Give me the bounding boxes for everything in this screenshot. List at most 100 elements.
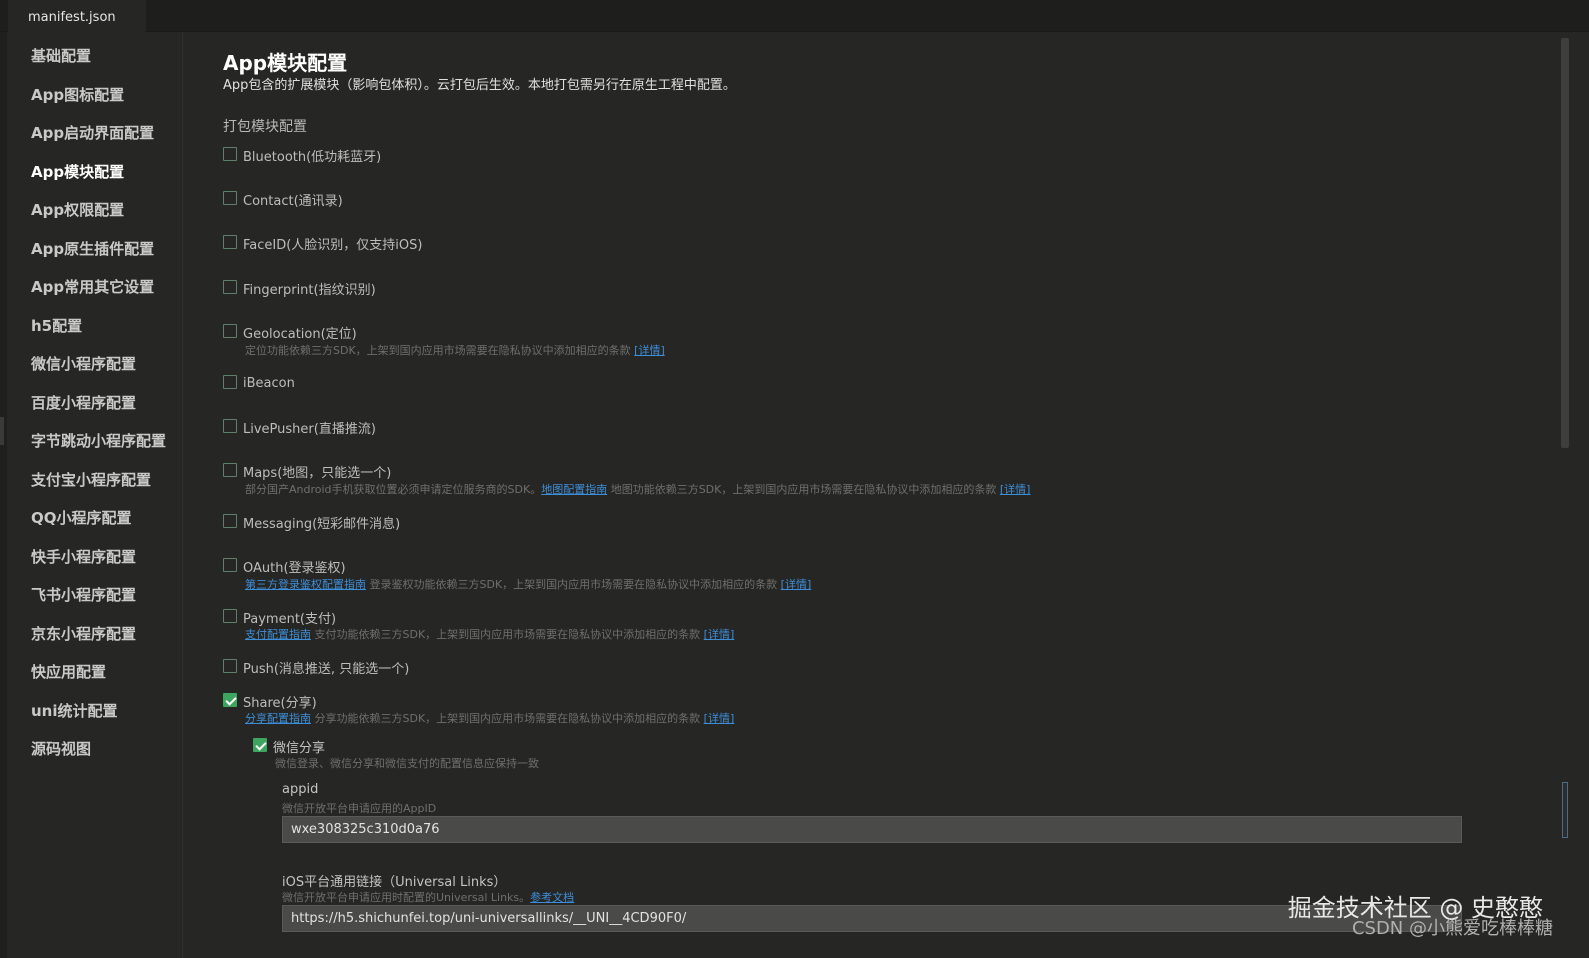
desc-text: 部分国产Android手机获取位置必须申请定位服务商的SDK。 (245, 483, 542, 496)
watermark-text-secondary: CSDN @小熊爱吃棒棒糖 (1351, 918, 1553, 939)
checkbox[interactable] (223, 514, 237, 528)
section-title: 打包模块配置 (223, 119, 307, 135)
sidebar-item-app-icon[interactable]: App图标配置 (31, 84, 124, 105)
checkbox[interactable] (223, 191, 237, 205)
maps-guide-link[interactable]: 地图配置指南 (541, 483, 607, 496)
module-maps[interactable]: Maps(地图，只能选一个) (223, 461, 391, 481)
sidebar-item-app-native-plugins[interactable]: App原生插件配置 (31, 238, 154, 259)
sidebar-item-uni-stat[interactable]: uni统计配置 (31, 700, 118, 721)
module-payment[interactable]: Payment(支付) (223, 607, 336, 627)
module-label: Messaging(短彩邮件消息) (243, 517, 401, 532)
universal-links-hint: 微信开放平台申请应用时配置的Universal Links。参考文档 (282, 889, 574, 905)
checkbox[interactable] (223, 659, 237, 673)
sidebar-item-app-modules[interactable]: App模块配置 (31, 161, 124, 182)
main-panel: App模块配置 App包含的扩展模块（影响包体积）。云打包后生效。本地打包需另行… (184, 32, 1560, 958)
module-label: Geolocation(定位) (243, 327, 357, 342)
detail-link[interactable]: [详情] (704, 628, 735, 641)
module-geolocation[interactable]: Geolocation(定位) (223, 322, 357, 342)
module-faceid[interactable]: FaceID(人脸识别，仅支持iOS) (223, 233, 422, 253)
desc-text: 登录鉴权功能依赖三方SDK，上架到国内应用市场需要在隐私协议中添加相应的条款 (369, 578, 778, 591)
vertical-scrollbar-thumb[interactable] (1561, 38, 1569, 448)
desc-text: 定位功能依赖三方SDK，上架到国内应用市场需要在隐私协议中添加相应的条款 (245, 344, 631, 357)
hint-text: 微信开放平台申请应用时配置的Universal Links。 (282, 891, 531, 904)
module-bluetooth[interactable]: Bluetooth(低功耗蓝牙) (223, 145, 381, 165)
checkbox[interactable] (223, 375, 237, 389)
sidebar-item-basic[interactable]: 基础配置 (31, 45, 91, 66)
payment-guide-link[interactable]: 支付配置指南 (245, 628, 311, 641)
module-label: Payment(支付) (243, 612, 337, 627)
checkbox[interactable] (223, 147, 237, 161)
editor-tab-bar: manifest.json (0, 0, 1589, 32)
module-label: Fingerprint(指纹识别) (243, 283, 376, 298)
submodule-weixin-share[interactable]: 微信分享 (253, 736, 325, 756)
sidebar-item-jd-mp[interactable]: 京东小程序配置 (31, 623, 136, 644)
reference-doc-link[interactable]: 参考文档 (530, 891, 574, 904)
oauth-guide-link[interactable]: 第三方登录鉴权配置指南 (245, 578, 366, 591)
share-desc: 分享配置指南 分享功能依赖三方SDK，上架到国内应用市场需要在隐私协议中添加相应… (245, 710, 734, 726)
sidebar-item-app-permissions[interactable]: App权限配置 (31, 199, 124, 220)
page-subtitle: App包含的扩展模块（影响包体积）。云打包后生效。本地打包需另行在原生工程中配置… (223, 78, 736, 93)
detail-link[interactable]: [详情] (781, 578, 812, 591)
module-label: Push(消息推送, 只能选一个) (243, 662, 410, 677)
module-label: Contact(通讯录) (243, 194, 343, 209)
detail-link[interactable]: [详情] (634, 344, 665, 357)
sidebar-item-app-splash[interactable]: App启动界面配置 (31, 122, 154, 143)
scroll-position-marker (1562, 782, 1568, 838)
checkbox[interactable] (223, 419, 237, 433)
module-share[interactable]: Share(分享) (223, 691, 317, 711)
tab-manifest-json[interactable]: manifest.json (8, 0, 146, 32)
desc-text: 分享功能依赖三方SDK，上架到国内应用市场需要在隐私协议中添加相应的条款 (314, 712, 701, 725)
sidebar-item-alipay-mp[interactable]: 支付宝小程序配置 (31, 469, 151, 490)
detail-link[interactable]: [详情] (704, 712, 735, 725)
module-fingerprint[interactable]: Fingerprint(指纹识别) (223, 278, 376, 298)
checkbox[interactable] (223, 609, 237, 623)
sidebar-item-app-other[interactable]: App常用其它设置 (31, 276, 154, 297)
checkbox[interactable] (223, 558, 237, 572)
checkbox-checked[interactable] (223, 693, 237, 707)
module-label: Maps(地图，只能选一个) (243, 466, 392, 481)
module-oauth[interactable]: OAuth(登录鉴权) (223, 556, 346, 576)
sidebar-item-weixin-mp[interactable]: 微信小程序配置 (31, 353, 136, 374)
sidebar: 基础配置 App图标配置 App启动界面配置 App模块配置 App权限配置 A… (7, 32, 183, 958)
geolocation-desc: 定位功能依赖三方SDK，上架到国内应用市场需要在隐私协议中添加相应的条款 [详情… (245, 342, 665, 358)
sidebar-item-lark-mp[interactable]: 飞书小程序配置 (31, 584, 136, 605)
appid-input[interactable] (282, 816, 1462, 843)
left-gutter (0, 32, 7, 958)
module-push[interactable]: Push(消息推送, 只能选一个) (223, 657, 409, 677)
weixin-share-desc: 微信登录、微信分享和微信支付的配置信息应保持一致 (275, 757, 539, 770)
module-label: FaceID(人脸识别，仅支持iOS) (243, 238, 423, 253)
sidebar-item-toutiao-mp[interactable]: 字节跳动小程序配置 (31, 430, 166, 451)
sidebar-item-baidu-mp[interactable]: 百度小程序配置 (31, 392, 136, 413)
page-title: App模块配置 (223, 51, 348, 75)
checkbox[interactable] (223, 463, 237, 477)
checkbox-checked[interactable] (253, 738, 267, 752)
module-messaging[interactable]: Messaging(短彩邮件消息) (223, 512, 400, 532)
checkbox[interactable] (223, 235, 237, 249)
payment-desc: 支付配置指南 支付功能依赖三方SDK，上架到国内应用市场需要在隐私协议中添加相应… (245, 626, 734, 642)
gutter-marker (0, 417, 4, 445)
desc-text: 支付功能依赖三方SDK，上架到国内应用市场需要在隐私协议中添加相应的条款 (314, 628, 701, 641)
sidebar-item-kuaishou-mp[interactable]: 快手小程序配置 (31, 546, 136, 567)
module-label: iBeacon (243, 376, 295, 391)
module-label: Bluetooth(低功耗蓝牙) (243, 150, 382, 165)
maps-desc: 部分国产Android手机获取位置必须申请定位服务商的SDK。地图配置指南 地图… (245, 481, 1030, 497)
checkbox[interactable] (223, 324, 237, 338)
sidebar-item-qq-mp[interactable]: QQ小程序配置 (31, 507, 132, 528)
module-contact[interactable]: Contact(通讯录) (223, 189, 343, 209)
share-guide-link[interactable]: 分享配置指南 (245, 712, 311, 725)
sidebar-item-quickapp[interactable]: 快应用配置 (31, 661, 106, 682)
tab-label: manifest.json (28, 10, 116, 25)
appid-hint: 微信开放平台申请应用的AppID (282, 802, 437, 815)
sidebar-item-h5[interactable]: h5配置 (31, 315, 82, 336)
detail-link[interactable]: [详情] (1000, 483, 1031, 496)
appid-label: appid (282, 782, 319, 797)
module-livepusher[interactable]: LivePusher(直播推流) (223, 417, 376, 437)
module-label: OAuth(登录鉴权) (243, 561, 346, 576)
module-label: Share(分享) (243, 696, 317, 711)
universal-links-label: iOS平台通用链接（Universal Links） (282, 875, 507, 890)
module-ibeacon[interactable]: iBeacon (223, 373, 295, 392)
sidebar-item-source-view[interactable]: 源码视图 (31, 738, 91, 759)
checkbox[interactable] (223, 280, 237, 294)
desc-text: 地图功能依赖三方SDK，上架到国内应用市场需要在隐私协议中添加相应的条款 (610, 483, 997, 496)
universal-links-input[interactable] (282, 905, 1462, 932)
